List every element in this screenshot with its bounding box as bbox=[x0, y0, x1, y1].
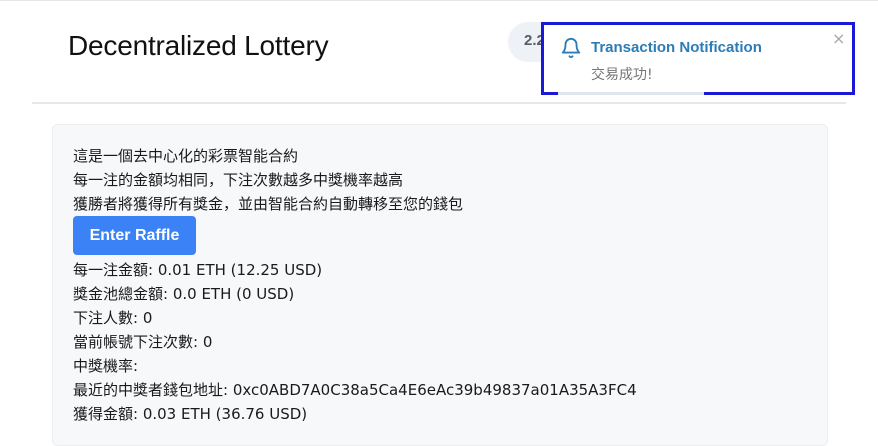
intro-line-1: 這是一個去中心化的彩票智能合約 bbox=[73, 147, 299, 165]
stat-entry-fee: 每一注金額: 0.01 ETH (12.25 USD) bbox=[73, 261, 323, 279]
stat-win-probability: 中獎機率: bbox=[73, 357, 139, 375]
lottery-info-panel: 這是一個去中心化的彩票智能合約 每一注的金額均相同，下注次數越多中獎機率越高 獲… bbox=[52, 124, 828, 446]
app-title: Decentralized Lottery bbox=[68, 30, 329, 61]
transaction-notification: Transaction Notification 交易成功! × bbox=[541, 22, 855, 95]
enter-raffle-button[interactable]: Enter Raffle bbox=[73, 216, 196, 255]
stat-recent-winner: 最近的中獎者錢包地址: 0xc0ABD7A0C38a5Ca4E6eAc39b49… bbox=[73, 381, 637, 399]
notification-progress-bar bbox=[558, 92, 704, 95]
intro-line-3: 獲勝者將獲得所有獎金，並由智能合約自動轉移至您的錢包 bbox=[73, 195, 464, 213]
stat-winner-amount: 獲得金額: 0.03 ETH (36.76 USD) bbox=[73, 405, 308, 423]
stat-player-count: 下注人數: 0 bbox=[73, 309, 153, 327]
notification-title: Transaction Notification bbox=[591, 39, 762, 56]
stat-account-entries: 當前帳號下注次數: 0 bbox=[73, 333, 213, 351]
intro-line-2: 每一注的金額均相同，下注次數越多中獎機率越高 bbox=[73, 171, 404, 189]
bell-icon bbox=[561, 38, 581, 59]
notification-message: 交易成功! bbox=[591, 67, 653, 83]
stat-prize-pool: 獎金池總金額: 0.0 ETH (0 USD) bbox=[73, 285, 295, 303]
close-icon[interactable]: × bbox=[832, 31, 845, 47]
